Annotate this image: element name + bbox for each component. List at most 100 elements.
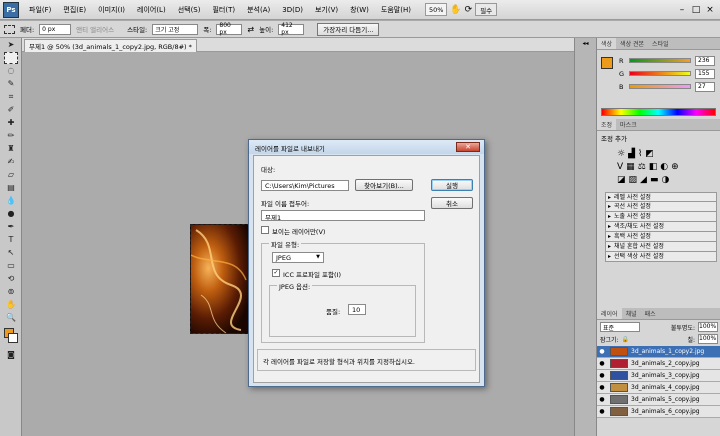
preset-selective-color[interactable]: 선택 색상 사전 설정 <box>605 252 717 262</box>
preset-levels[interactable]: 레벨 사전 설정 <box>605 192 717 202</box>
brightness-icon[interactable]: ☼ <box>617 149 628 159</box>
shape-tool-icon[interactable]: ▭ <box>4 260 18 272</box>
healing-brush-icon[interactable]: ✚ <box>4 117 18 129</box>
document-tab[interactable]: 무제1 @ 50% (3d_animals_1_copy2.jpg, RGB/8… <box>24 39 197 52</box>
opacity-input[interactable]: 100% <box>698 322 718 332</box>
fill-input[interactable]: 100% <box>698 334 718 344</box>
tab-masks[interactable]: 마스크 <box>616 119 641 130</box>
preset-hue-saturation[interactable]: 색조/채도 사전 설정 <box>605 222 717 232</box>
quick-select-icon[interactable]: ✎ <box>4 78 18 90</box>
balance-icon[interactable]: ⚖ <box>638 162 649 172</box>
blue-value[interactable]: 27 <box>695 81 715 92</box>
layer-row[interactable]: ● 3d_animals_1_copy2.jpg <box>597 346 720 358</box>
antialias-checkbox[interactable]: 앤티 앨리어스 <box>76 24 114 34</box>
menu-3d[interactable]: 3D(D) <box>276 6 309 14</box>
preset-channel-mixer[interactable]: 채널 혼합 사전 설정 <box>605 242 717 252</box>
vibrance-icon[interactable]: V <box>617 162 626 172</box>
selective-color-icon[interactable]: ◑ <box>661 175 672 185</box>
tab-adjustments[interactable]: 조정 <box>597 119 617 130</box>
blue-slider[interactable] <box>629 84 691 89</box>
tab-channels[interactable]: 채널 <box>622 308 641 319</box>
visibility-eye-icon[interactable]: ● <box>597 348 607 355</box>
maximize-icon[interactable]: □ <box>690 4 702 16</box>
tab-swatches[interactable]: 색상 견본 <box>616 38 648 49</box>
menu-image[interactable]: 이미지(I) <box>92 5 131 15</box>
quick-mask-icon[interactable]: ◙ <box>4 349 18 361</box>
visibility-eye-icon[interactable]: ● <box>597 408 607 415</box>
menu-layer[interactable]: 레이어(L) <box>131 5 172 15</box>
hand-tool-icon[interactable]: ✋ <box>4 299 18 311</box>
dodge-tool-icon[interactable]: ● <box>4 208 18 220</box>
exposure-icon[interactable]: ◩ <box>645 149 657 159</box>
menu-view[interactable]: 보기(V) <box>309 5 344 15</box>
style-select[interactable]: 크기 고정 <box>152 23 199 35</box>
layer-row[interactable]: ● 3d_animals_5_copy.jpg <box>597 394 720 406</box>
height-input[interactable]: 412 px <box>278 22 305 36</box>
zoom-tool-icon[interactable]: 🔍 <box>4 312 18 324</box>
hue-icon[interactable]: ▦ <box>626 162 638 172</box>
red-slider[interactable] <box>629 58 691 63</box>
workspace-button[interactable]: 필수 <box>475 3 498 16</box>
pen-tool-icon[interactable]: ✒ <box>4 221 18 233</box>
layer-row[interactable]: ● 3d_animals_2_copy.jpg <box>597 358 720 370</box>
green-slider[interactable] <box>629 71 691 76</box>
hand-icon[interactable]: ✋ <box>450 5 461 15</box>
eraser-icon[interactable]: ▱ <box>4 169 18 181</box>
menu-filter[interactable]: 필터(T) <box>206 5 241 15</box>
bw-icon[interactable]: ◧ <box>649 162 661 172</box>
menu-select[interactable]: 선택(S) <box>172 5 207 15</box>
blur-tool-icon[interactable]: 💧 <box>4 195 18 207</box>
move-tool-icon[interactable]: ➤ <box>4 39 18 51</box>
lock-icon[interactable]: 🔒 <box>622 336 629 343</box>
minimize-icon[interactable]: – <box>676 4 688 16</box>
3d-rotate-icon[interactable]: ⟲ <box>4 273 18 285</box>
eyedropper-icon[interactable]: ✐ <box>4 104 18 116</box>
invert-icon[interactable]: ◪ <box>617 175 629 185</box>
3d-orbit-icon[interactable]: ⊚ <box>4 286 18 298</box>
gradient-map-icon[interactable]: ▬ <box>650 175 662 185</box>
preset-black-white[interactable]: 흑백 사전 설정 <box>605 232 717 242</box>
tab-paths[interactable]: 패스 <box>641 308 660 319</box>
document-image[interactable] <box>190 224 250 334</box>
browse-button[interactable]: 찾아보기(B)... <box>355 179 413 191</box>
visibility-eye-icon[interactable]: ● <box>597 360 607 367</box>
posterize-icon[interactable]: ▨ <box>629 175 641 185</box>
tab-layers[interactable]: 레이어 <box>597 308 622 319</box>
levels-icon[interactable]: ▟ <box>628 149 638 159</box>
crop-tool-icon[interactable]: ⌗ <box>4 91 18 103</box>
green-value[interactable]: 155 <box>695 68 715 79</box>
visibility-eye-icon[interactable]: ● <box>597 372 607 379</box>
brush-tool-icon[interactable]: ✏ <box>4 130 18 142</box>
gradient-tool-icon[interactable]: ▤ <box>4 182 18 194</box>
layer-row[interactable]: ● 3d_animals_6_copy.jpg <box>597 406 720 418</box>
panel-foreground-swatch[interactable] <box>601 57 613 69</box>
lasso-tool-icon[interactable]: ◌ <box>4 65 18 77</box>
mixer-icon[interactable]: ⊕ <box>671 162 682 172</box>
width-input[interactable]: 800 px <box>216 22 243 36</box>
menu-file[interactable]: 파일(F) <box>23 5 57 15</box>
menu-help[interactable]: 도움말(H) <box>375 5 417 15</box>
refine-edge-button[interactable]: 가장자리 다듬기... <box>317 22 380 36</box>
collapse-panels-icon[interactable]: ◂◂ <box>575 40 596 47</box>
tab-color[interactable]: 색상 <box>597 38 617 49</box>
filetype-select[interactable]: JPEG ▼ <box>272 252 324 263</box>
close-icon[interactable]: × <box>704 4 716 16</box>
path-select-icon[interactable]: ↖ <box>4 247 18 259</box>
swap-icon[interactable]: ⇄ <box>247 25 254 34</box>
quality-input[interactable]: 10 <box>348 304 366 315</box>
preset-curves[interactable]: 곡선 사전 설정 <box>605 202 717 212</box>
rotate-view-icon[interactable]: ⟳ <box>465 5 473 15</box>
visibility-eye-icon[interactable]: ● <box>597 384 607 391</box>
history-brush-icon[interactable]: ✍ <box>4 156 18 168</box>
clone-stamp-icon[interactable]: ♜ <box>4 143 18 155</box>
feather-input[interactable]: 0 px <box>39 23 72 35</box>
tab-styles[interactable]: 스타일 <box>648 38 673 49</box>
color-spectrum-bar[interactable] <box>601 108 716 116</box>
menu-analysis[interactable]: 분석(A) <box>241 5 276 15</box>
blend-mode-select[interactable]: 표준 <box>600 322 640 332</box>
layer-row[interactable]: ● 3d_animals_4_copy.jpg <box>597 382 720 394</box>
red-value[interactable]: 236 <box>695 55 715 66</box>
preset-exposure[interactable]: 노출 사전 설정 <box>605 212 717 222</box>
cancel-button[interactable]: 취소 <box>431 197 473 209</box>
photo-filter-icon[interactable]: ◐ <box>660 162 671 172</box>
